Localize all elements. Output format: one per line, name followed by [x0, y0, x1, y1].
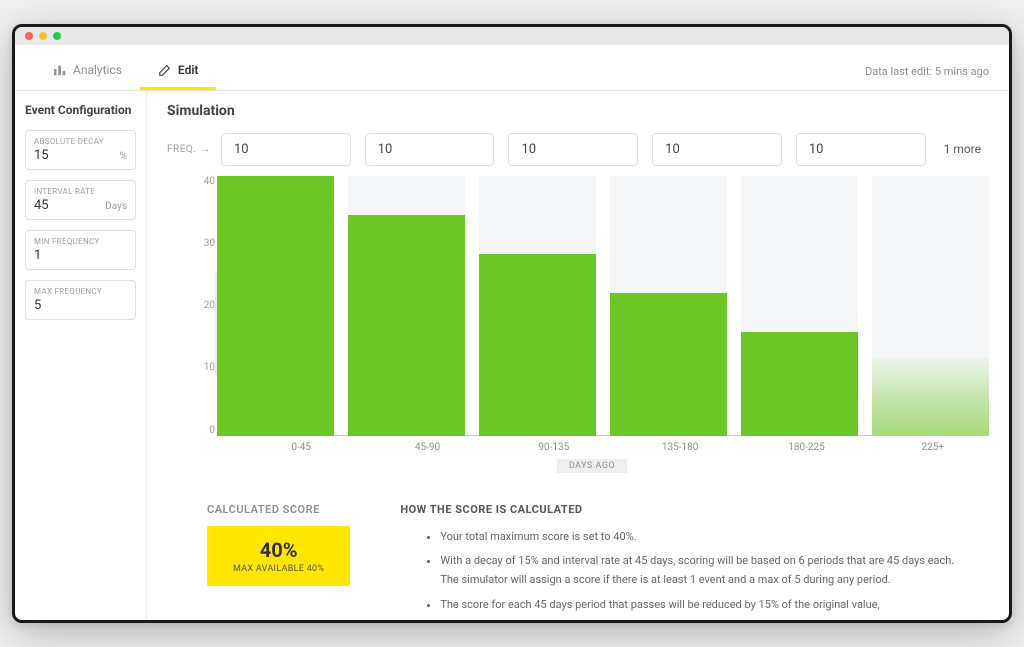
absolute-decay-label: ABSOLUTE DECAY	[34, 137, 127, 146]
max-frequency-value: 5	[34, 298, 41, 313]
bar-3	[610, 176, 727, 436]
calculated-score-panel: CALCULATED SCORE 40% MAX AVAILABLE 40%	[207, 503, 350, 621]
how-calculated-title: HOW THE SCORE IS CALCULATED	[400, 503, 960, 516]
window-titlebar	[15, 27, 1009, 45]
freq-input-1[interactable]: 10	[365, 133, 495, 166]
how-bullet-1: With a decay of 15% and interval rate at…	[440, 552, 960, 589]
calculated-score-title: CALCULATED SCORE	[207, 503, 350, 516]
bar-2	[479, 176, 596, 436]
tab-edit[interactable]: Edit	[140, 53, 217, 90]
tab-analytics[interactable]: Analytics	[35, 53, 140, 90]
interval-rate-label: INTERVAL RATE	[34, 187, 127, 196]
freq-input-0[interactable]: 10	[221, 133, 351, 166]
how-calculated-panel: HOW THE SCORE IS CALCULATED Your total m…	[400, 503, 960, 621]
score-value: 40%	[233, 538, 324, 562]
field-min-frequency[interactable]: MIN FREQUENCY 1	[25, 230, 136, 270]
freq-label: FREQ. →	[167, 144, 211, 155]
max-frequency-label: MAX FREQUENCY	[34, 287, 127, 296]
sidebar-title: Event Configuration	[25, 103, 136, 119]
app-window: Analytics Edit Data last edit: 5 mins ag…	[12, 24, 1012, 624]
score-box: 40% MAX AVAILABLE 40%	[207, 526, 350, 586]
min-frequency-label: MIN FREQUENCY	[34, 237, 127, 246]
field-max-frequency[interactable]: MAX FREQUENCY 5	[25, 280, 136, 320]
tabs: Analytics Edit	[35, 53, 216, 90]
field-absolute-decay[interactable]: ABSOLUTE DECAY 15 %	[25, 130, 136, 170]
tab-analytics-label: Analytics	[73, 63, 122, 77]
header-bar: Analytics Edit Data last edit: 5 mins ag…	[15, 45, 1009, 91]
arrow-right-icon: →	[200, 144, 211, 155]
how-calculated-list: Your total maximum score is set to 40%. …	[400, 528, 960, 615]
main-panel: Simulation FREQ. → 10 10 10 10 10 1 more…	[147, 91, 1009, 621]
freq-row: FREQ. → 10 10 10 10 10 1 more	[167, 133, 989, 166]
bar-0	[217, 176, 334, 436]
bar-5	[872, 176, 989, 436]
main-title: Simulation	[167, 103, 989, 119]
last-edit-text: Data last edit: 5 mins ago	[865, 65, 989, 78]
interval-rate-unit: Days	[105, 201, 127, 212]
absolute-decay-unit: %	[120, 151, 127, 162]
x-labels: 0-45 45-90 90-135 135-180 180-225 225+	[195, 442, 989, 453]
analytics-icon	[53, 63, 67, 77]
absolute-decay-value: 15	[34, 148, 49, 163]
body: Event Configuration ABSOLUTE DECAY 15 % …	[15, 91, 1009, 621]
bar-1	[348, 176, 465, 436]
window-close-icon[interactable]	[25, 32, 33, 40]
sidebar: Event Configuration ABSOLUTE DECAY 15 % …	[15, 91, 147, 621]
freq-more-link[interactable]: 1 more	[936, 142, 989, 156]
y-ticks: 40 30 20 10 0	[195, 176, 215, 436]
freq-input-2[interactable]: 10	[508, 133, 638, 166]
interval-rate-value: 45	[34, 198, 49, 213]
window-minimize-icon[interactable]	[39, 32, 47, 40]
field-interval-rate[interactable]: INTERVAL RATE 45 Days	[25, 180, 136, 220]
min-frequency-value: 1	[34, 248, 41, 263]
freq-input-4[interactable]: 10	[796, 133, 926, 166]
freq-input-3[interactable]: 10	[652, 133, 782, 166]
freq-inputs: 10 10 10 10 10	[221, 133, 926, 166]
x-axis-label: DAYS AGO	[557, 459, 627, 473]
bar-4	[741, 176, 858, 436]
tab-edit-label: Edit	[178, 63, 199, 77]
how-bullet-2: The score for each 45 days period that p…	[440, 596, 960, 615]
how-bullet-0: Your total maximum score is set to 40%.	[440, 528, 960, 547]
score-subtitle: MAX AVAILABLE 40%	[233, 564, 324, 574]
results-row: CALCULATED SCORE 40% MAX AVAILABLE 40% H…	[167, 493, 989, 621]
pencil-icon	[158, 63, 172, 77]
chart-plot: 40 30 20 10 0	[195, 176, 989, 436]
window-maximize-icon[interactable]	[53, 32, 61, 40]
chart: INTERVAL SCORE 40 30 20 10 0	[195, 176, 989, 473]
